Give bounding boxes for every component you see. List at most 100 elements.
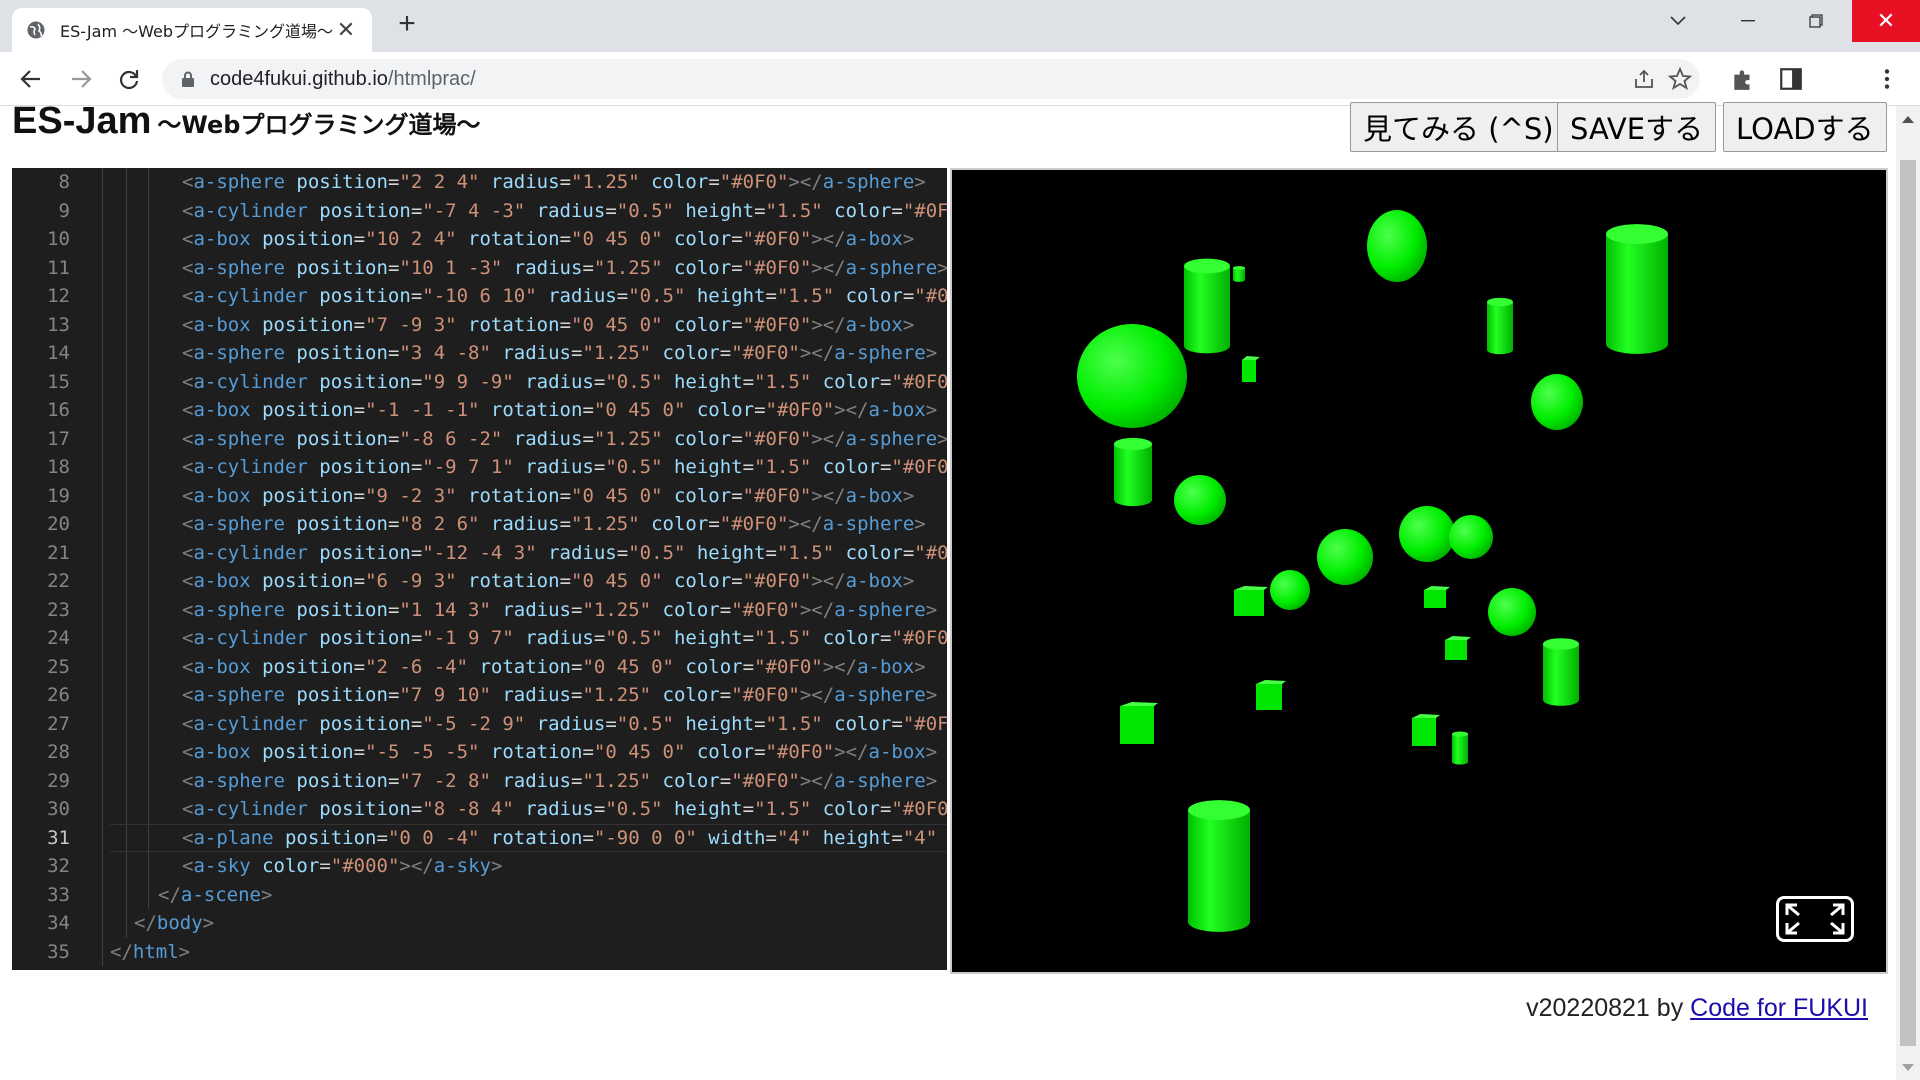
code-editor[interactable]: 8 <a-sphere position="2 2 4" radius="1.25… (12, 168, 947, 970)
version-text: v20220821 by (1526, 994, 1684, 1022)
green-sphere (1531, 374, 1583, 430)
side-panel-icon[interactable] (1778, 66, 1804, 92)
line-number: 13 (47, 313, 70, 336)
forward-arrow-icon[interactable] (64, 62, 98, 96)
code-text: <a-cylinder position="-12 -4 3" radius="… (182, 541, 947, 564)
line-number: 9 (58, 199, 70, 222)
green-box (1120, 706, 1154, 744)
code-line[interactable]: 8 <a-sphere position="2 2 4" radius="1.25… (12, 168, 947, 197)
code-line[interactable]: 16 <a-box position="-1 -1 -1" rotation="0… (12, 396, 947, 425)
code-line[interactable]: 17 <a-sphere position="-8 6 -2" radius="1… (12, 425, 947, 454)
green-cylinder (1184, 258, 1230, 354)
green-sphere (1367, 210, 1427, 282)
line-number: 19 (47, 484, 70, 507)
globe-icon (27, 21, 45, 39)
code-line[interactable]: 28 <a-box position="-5 -5 -5" rotation="0… (12, 738, 947, 767)
scroll-up-arrow-icon[interactable] (1902, 116, 1914, 123)
cylinder-top (1543, 638, 1579, 650)
code-line[interactable]: 25 <a-box position="2 -6 -4" rotation="0 … (12, 653, 947, 682)
browser-menu-icon[interactable] (1874, 66, 1900, 92)
code-line[interactable]: 19 <a-box position="9 -2 3" rotation="0 4… (12, 482, 947, 511)
box-top-face (1445, 636, 1471, 640)
code-line[interactable]: 22 <a-box position="6 -9 3" rotation="0 4… (12, 567, 947, 596)
code-text: <a-sphere position="7 9 10" radius="1.25… (182, 684, 938, 706)
line-number: 18 (47, 456, 70, 478)
code-line[interactable]: 27 <a-cylinder position="-5 -2 9" radius=… (12, 710, 947, 739)
code-text: <a-cylinder position="-9 7 1" radius="0.… (182, 456, 947, 478)
code-text: <a-sphere position="8 2 6" radius="1.25"… (182, 513, 926, 535)
tab-close-icon[interactable]: ✕ (334, 19, 358, 41)
browser-tab[interactable]: ES-Jam ～Webプログラミング道場～ ✕ (12, 8, 372, 52)
code-line[interactable]: 18 <a-cylinder position="-9 7 1" radius="… (12, 453, 947, 482)
code-text: <a-box position="6 -9 3" rotation="0 45 … (182, 570, 915, 592)
green-sphere (1174, 475, 1226, 525)
save-button[interactable]: SAVEする (1557, 102, 1717, 152)
code-line[interactable]: 26 <a-sphere position="7 9 10" radius="1.… (12, 681, 947, 710)
code-text: </body> (134, 912, 215, 934)
code-line[interactable]: 20 <a-sphere position="8 2 6" radius="1.2… (12, 510, 947, 539)
green-box (1242, 360, 1256, 382)
cylinder-top (1188, 800, 1250, 820)
code-line[interactable]: 35 </html> (12, 938, 947, 967)
green-cylinder (1452, 731, 1468, 765)
code-text: <a-cylinder position="-1 9 7" radius="0.… (182, 627, 947, 649)
3d-scene-preview[interactable] (950, 168, 1888, 974)
code-for-fukui-link[interactable]: Code for FUKUI (1690, 994, 1868, 1022)
load-button[interactable]: LOADする (1723, 102, 1887, 152)
browser-tab-strip: ES-Jam ～Webプログラミング道場～ ✕ + ✕ (0, 0, 1920, 52)
expand-icon (1785, 903, 1845, 935)
green-sphere (1399, 506, 1455, 562)
scene-canvas (1077, 210, 1668, 932)
code-line[interactable]: 33 </a-scene> (12, 881, 947, 910)
code-line[interactable]: 11 <a-sphere position="10 1 -3" radius="1… (12, 254, 947, 283)
code-line[interactable]: 29 <a-sphere position="7 -2 8" radius="1.… (12, 767, 947, 796)
cylinder-body (1487, 302, 1513, 355)
fullscreen-button[interactable] (1776, 896, 1854, 942)
cylinder-body (1452, 734, 1468, 765)
code-line[interactable]: 9 <a-cylinder position="-7 4 -3" radius="… (12, 197, 947, 226)
page-scrollbar[interactable] (1896, 106, 1920, 1080)
app-subtitle: ～Webプログラミング道場～ (157, 111, 481, 139)
cylinder-top (1452, 731, 1468, 737)
restore-button[interactable] (1782, 0, 1850, 42)
line-number: 31 (47, 826, 70, 849)
scrollbar-thumb[interactable] (1900, 160, 1916, 1046)
green-sphere (1077, 324, 1187, 428)
bookmark-star-icon[interactable] (1668, 67, 1692, 91)
address-bar[interactable]: code4fukui.github.io/htmlprac/ (162, 59, 1700, 99)
green-sphere (1270, 570, 1310, 610)
code-line[interactable]: 31 <a-plane position="0 0 -4" rotation="-… (12, 823, 947, 852)
share-icon[interactable] (1632, 67, 1656, 91)
new-tab-button[interactable]: + (392, 9, 422, 40)
green-box (1234, 590, 1264, 616)
code-line[interactable]: 30 <a-cylinder position="8 -8 4" radius="… (12, 795, 947, 824)
code-line[interactable]: 13 <a-box position="7 -9 3" rotation="0 4… (12, 311, 947, 340)
minimize-button[interactable] (1714, 0, 1782, 42)
code-text: <a-sphere position="3 4 -8" radius="1.25… (182, 342, 938, 364)
view-button[interactable]: 見てみる (^S) (1350, 102, 1567, 152)
tab-search-chevron-icon[interactable] (1644, 0, 1712, 42)
footer: v20220821 by Code for FUKUI (1526, 994, 1868, 1023)
line-number: 22 (47, 570, 70, 592)
green-sphere (1488, 588, 1536, 636)
reload-icon[interactable] (112, 62, 146, 96)
code-line[interactable]: 21 <a-cylinder position="-12 -4 3" radius… (12, 539, 947, 568)
code-line[interactable]: 12 <a-cylinder position="-10 6 10" radius… (12, 282, 947, 311)
window-close-button[interactable]: ✕ (1852, 0, 1920, 42)
code-text: <a-sphere position="10 1 -3" radius="1.2… (182, 256, 947, 279)
cylinder-top (1184, 258, 1230, 274)
code-line[interactable]: 32 <a-sky color="#000"></a-sky> (12, 852, 947, 881)
cylinder-body (1233, 268, 1245, 282)
code-line[interactable]: 34 </body> (12, 909, 947, 938)
lock-icon (182, 71, 194, 87)
line-number: 28 (47, 741, 70, 763)
back-arrow-icon[interactable] (14, 62, 48, 96)
scroll-down-arrow-icon[interactable] (1902, 1064, 1914, 1071)
code-line[interactable]: 10 <a-box position="10 2 4" rotation="0 4… (12, 225, 947, 254)
extensions-puzzle-icon[interactable] (1730, 66, 1756, 92)
code-line[interactable]: 24 <a-cylinder position="-1 9 7" radius="… (12, 624, 947, 653)
green-box (1412, 718, 1436, 746)
code-line[interactable]: 14 <a-sphere position="3 4 -8" radius="1.… (12, 339, 947, 368)
code-line[interactable]: 23 <a-sphere position="1 14 3" radius="1.… (12, 596, 947, 625)
code-line[interactable]: 15 <a-cylinder position="9 9 -9" radius="… (12, 368, 947, 397)
